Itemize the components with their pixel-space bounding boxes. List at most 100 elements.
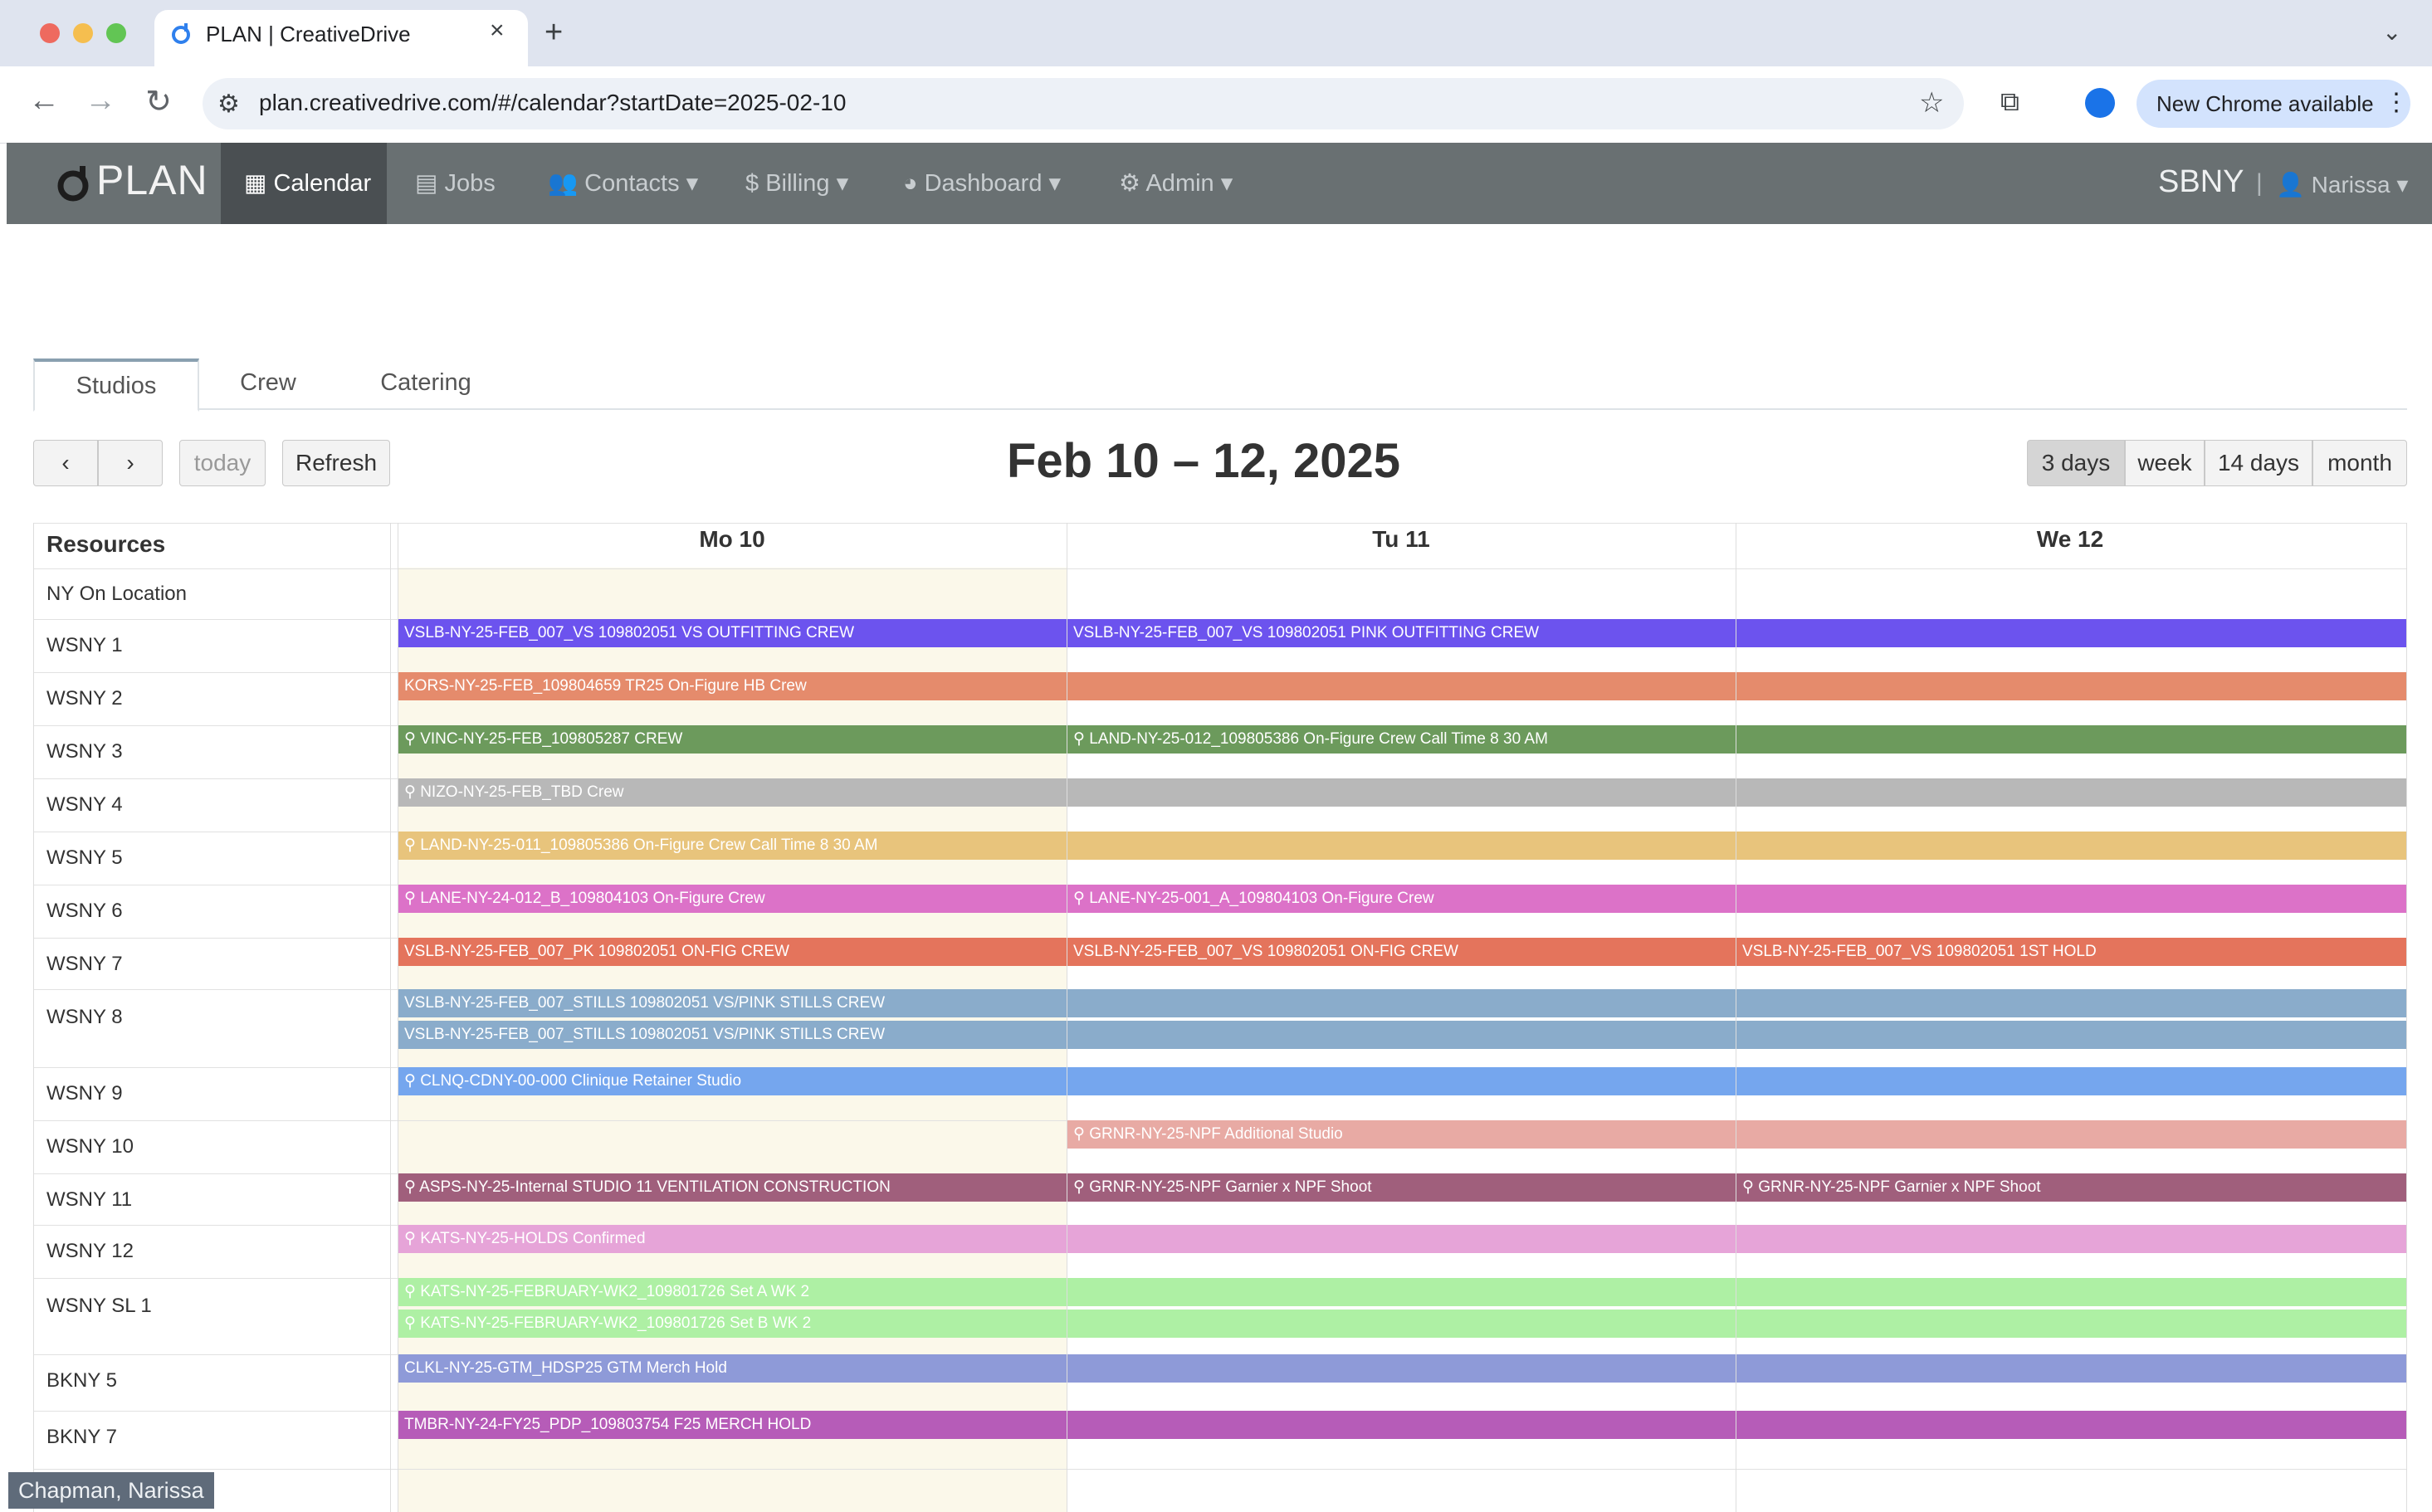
resource-label: WSNY 12 (46, 1240, 134, 1262)
calendar-event-label: LAND-NY-25-011_109805386 On-Figure Crew … (420, 836, 878, 854)
nav-contacts-label: Contacts (584, 170, 680, 197)
extensions-icon[interactable]: ⧉ (2000, 86, 2019, 118)
calendar-event[interactable]: KORS-NY-25-FEB_109804659 TR25 On-Figure … (398, 672, 2406, 700)
calendar-event[interactable]: ⚲ KATS-NY-25-FEBRUARY-WK2_109801726 Set … (398, 1278, 2406, 1306)
nav-jobs-label: Jobs (444, 170, 496, 197)
prev-button[interactable]: ‹ (33, 440, 98, 486)
caret-down-icon: ▾ (679, 170, 699, 197)
resource-label: WSNY 7 (46, 953, 123, 975)
window-zoom-button[interactable] (106, 23, 126, 43)
calendar-event[interactable]: VSLB-NY-25-FEB_007_VS 109802051 VS OUTFI… (398, 619, 1067, 647)
nav-contacts[interactable]: 👥 Contacts ▾ (548, 143, 698, 224)
location-pin-icon: ⚲ (1742, 1178, 1759, 1196)
new-chrome-label: New Chrome available (2156, 91, 2374, 116)
nav-jobs[interactable]: ▤ Jobs (415, 143, 496, 224)
plan-logo-icon (57, 166, 89, 202)
window-minimize-button[interactable] (73, 23, 93, 43)
resource-label: BKNY 7 (46, 1426, 117, 1448)
back-icon[interactable]: ← (23, 83, 65, 119)
location-pin-icon: ⚲ (404, 1283, 421, 1300)
location-pin-icon: ⚲ (1073, 1125, 1090, 1143)
calendar-event[interactable]: TMBR-NY-24-FY25_PDP_109803754 F25 MERCH … (398, 1411, 2406, 1439)
calendar-event[interactable]: ⚲ LAND-NY-25-012_109805386 On-Figure Cre… (1067, 725, 2406, 754)
nav-admin[interactable]: ⚙ Admin ▾ (1119, 143, 1233, 224)
calendar-event[interactable]: ⚲ GRNR-NY-25-NPF Garnier x NPF Shoot (1067, 1173, 1736, 1202)
resource-label: WSNY 11 (46, 1188, 133, 1211)
calendar-event-label: VSLB-NY-25-FEB_007_VS 109802051 VS OUTFI… (404, 624, 855, 641)
calendar-event-label: GRNR-NY-25-NPF Garnier x NPF Shoot (1758, 1178, 2041, 1196)
calendar-event[interactable]: ⚲ GRNR-NY-25-NPF Additional Studio (1067, 1120, 2406, 1149)
reload-icon[interactable]: ↻ (138, 83, 179, 120)
calendar-event[interactable]: VSLB-NY-25-FEB_007_VS 109802051 PINK OUT… (1067, 619, 2406, 647)
user-menu[interactable]: 👤 Narissa ▾ (2276, 171, 2408, 198)
calendar-event[interactable]: ⚲ NIZO-NY-25-FEB_TBD Crew (398, 778, 2406, 807)
caret-down-icon: ▾ (1042, 170, 1062, 197)
tab-search-chevron-icon[interactable]: ⌄ (2382, 18, 2401, 46)
calendar-event[interactable]: ⚲ KATS-NY-25-HOLDS Confirmed (398, 1225, 2406, 1253)
calendar-event-label: LANE-NY-25-001_A_109804103 On-Figure Cre… (1089, 890, 1434, 907)
tab-crew[interactable]: Crew (208, 358, 329, 407)
grid-line (390, 523, 391, 1512)
calendar-event[interactable]: ⚲ CLNQ-CDNY-00-000 Clinique Retainer Stu… (398, 1067, 2406, 1095)
calendar-event-label: VSLB-NY-25-FEB_007_PK 109802051 ON-FIG C… (404, 943, 789, 960)
calendar-event[interactable]: ⚲ LANE-NY-24-012_B_109804103 On-Figure C… (398, 885, 1067, 913)
calendar-event-label: CLKL-NY-25-GTM_HDSP25 GTM Merch Hold (404, 1359, 727, 1377)
calendar-event-label: NIZO-NY-25-FEB_TBD Crew (420, 783, 624, 801)
calendar-event-label: TMBR-NY-24-FY25_PDP_109803754 F25 MERCH … (404, 1416, 812, 1433)
chevron-left-icon: ‹ (61, 450, 70, 476)
today-button[interactable]: today (179, 440, 266, 486)
calendar-event[interactable]: VSLB-NY-25-FEB_007_VS 109802051 ON-FIG C… (1067, 938, 1736, 966)
calendar-event[interactable]: ⚲ KATS-NY-25-FEBRUARY-WK2_109801726 Set … (398, 1310, 2406, 1338)
nav-billing[interactable]: $ Billing ▾ (745, 143, 848, 224)
calendar-event[interactable]: ⚲ GRNR-NY-25-NPF Garnier x NPF Shoot (1736, 1173, 2406, 1202)
tab-close-icon[interactable]: × (490, 17, 505, 45)
pie-chart-icon: ◕ (903, 170, 925, 197)
calendar-event[interactable]: CLKL-NY-25-GTM_HDSP25 GTM Merch Hold (398, 1354, 2406, 1383)
calendar-event[interactable]: VSLB-NY-25-FEB_007_VS 109802051 1ST HOLD (1736, 938, 2406, 966)
resource-label: WSNY SL 1 (46, 1295, 152, 1317)
calendar-event[interactable]: ⚲ LANE-NY-25-001_A_109804103 On-Figure C… (1067, 885, 2406, 913)
nav-dashboard-label: Dashboard (924, 170, 1043, 197)
calendar-event[interactable]: VSLB-NY-25-FEB_007_PK 109802051 ON-FIG C… (398, 938, 1067, 966)
nav-dashboard[interactable]: ◕ Dashboard ▾ (903, 143, 1061, 224)
tab-catering[interactable]: Catering (349, 358, 503, 407)
calendar-event-label: VINC-NY-25-FEB_109805287 CREW (420, 730, 683, 748)
location-pin-icon: ⚲ (404, 1178, 420, 1196)
site-info-icon[interactable]: ⚙ (217, 90, 240, 119)
resource-label: WSNY 1 (46, 634, 123, 656)
calendar-event[interactable]: VSLB-NY-25-FEB_007_STILLS 109802051 VS/P… (398, 1021, 2406, 1049)
nav-calendar[interactable]: ▦ Calendar (221, 143, 387, 224)
location-pin-icon: ⚲ (1073, 730, 1090, 748)
window-close-button[interactable] (40, 23, 60, 43)
calendar-event[interactable]: ⚲ VINC-NY-25-FEB_109805287 CREW (398, 725, 1067, 754)
calendar-event-label: VSLB-NY-25-FEB_007_STILLS 109802051 VS/P… (404, 994, 886, 1012)
resource-label: WSNY 6 (46, 900, 123, 922)
calendar-event[interactable]: ⚲ LAND-NY-25-011_109805386 On-Figure Cre… (398, 832, 2406, 860)
bookmark-star-icon[interactable]: ☆ (1919, 86, 1944, 119)
browser-tab-title: PLAN | CreativeDrive (206, 22, 411, 46)
url-text[interactable]: plan.creativedrive.com/#/calendar?startD… (259, 90, 846, 116)
calendar-event[interactable]: ⚲ ASPS-NY-25-Internal STUDIO 11 VENTILAT… (398, 1173, 1067, 1202)
new-tab-icon[interactable]: + (545, 15, 563, 51)
chrome-menu-icon[interactable]: ⋮ (2384, 88, 2409, 117)
calendar-icon: ▦ (244, 170, 274, 197)
view-month-button[interactable]: month (2312, 440, 2407, 486)
calendar-event[interactable]: VSLB-NY-25-FEB_007_STILLS 109802051 VS/P… (398, 989, 2406, 1017)
view-14-days-button[interactable]: 14 days (2205, 440, 2312, 486)
user-name: Narissa (2311, 172, 2390, 198)
resource-label: WSNY 2 (46, 687, 123, 710)
nav-billing-label: Billing (765, 170, 830, 197)
resource-label: NY On Location (46, 583, 187, 605)
next-button[interactable]: › (98, 440, 163, 486)
refresh-button[interactable]: Refresh (282, 440, 390, 486)
day-header: Mo 10 (699, 526, 765, 552)
location-pin-icon: ⚲ (404, 1072, 421, 1090)
tab-studios[interactable]: Studios (33, 358, 199, 412)
view-3-days-button[interactable]: 3 days (2027, 440, 2125, 486)
calendar-event-label: LANE-NY-24-012_B_109804103 On-Figure Cre… (420, 890, 765, 907)
grid-line (33, 523, 34, 1512)
profile-avatar-icon[interactable] (2085, 88, 2115, 118)
calendar-event-label: ASPS-NY-25-Internal STUDIO 11 VENTILATIO… (419, 1178, 891, 1196)
view-week-button[interactable]: week (2125, 440, 2205, 486)
forward-icon[interactable]: → (80, 83, 121, 119)
